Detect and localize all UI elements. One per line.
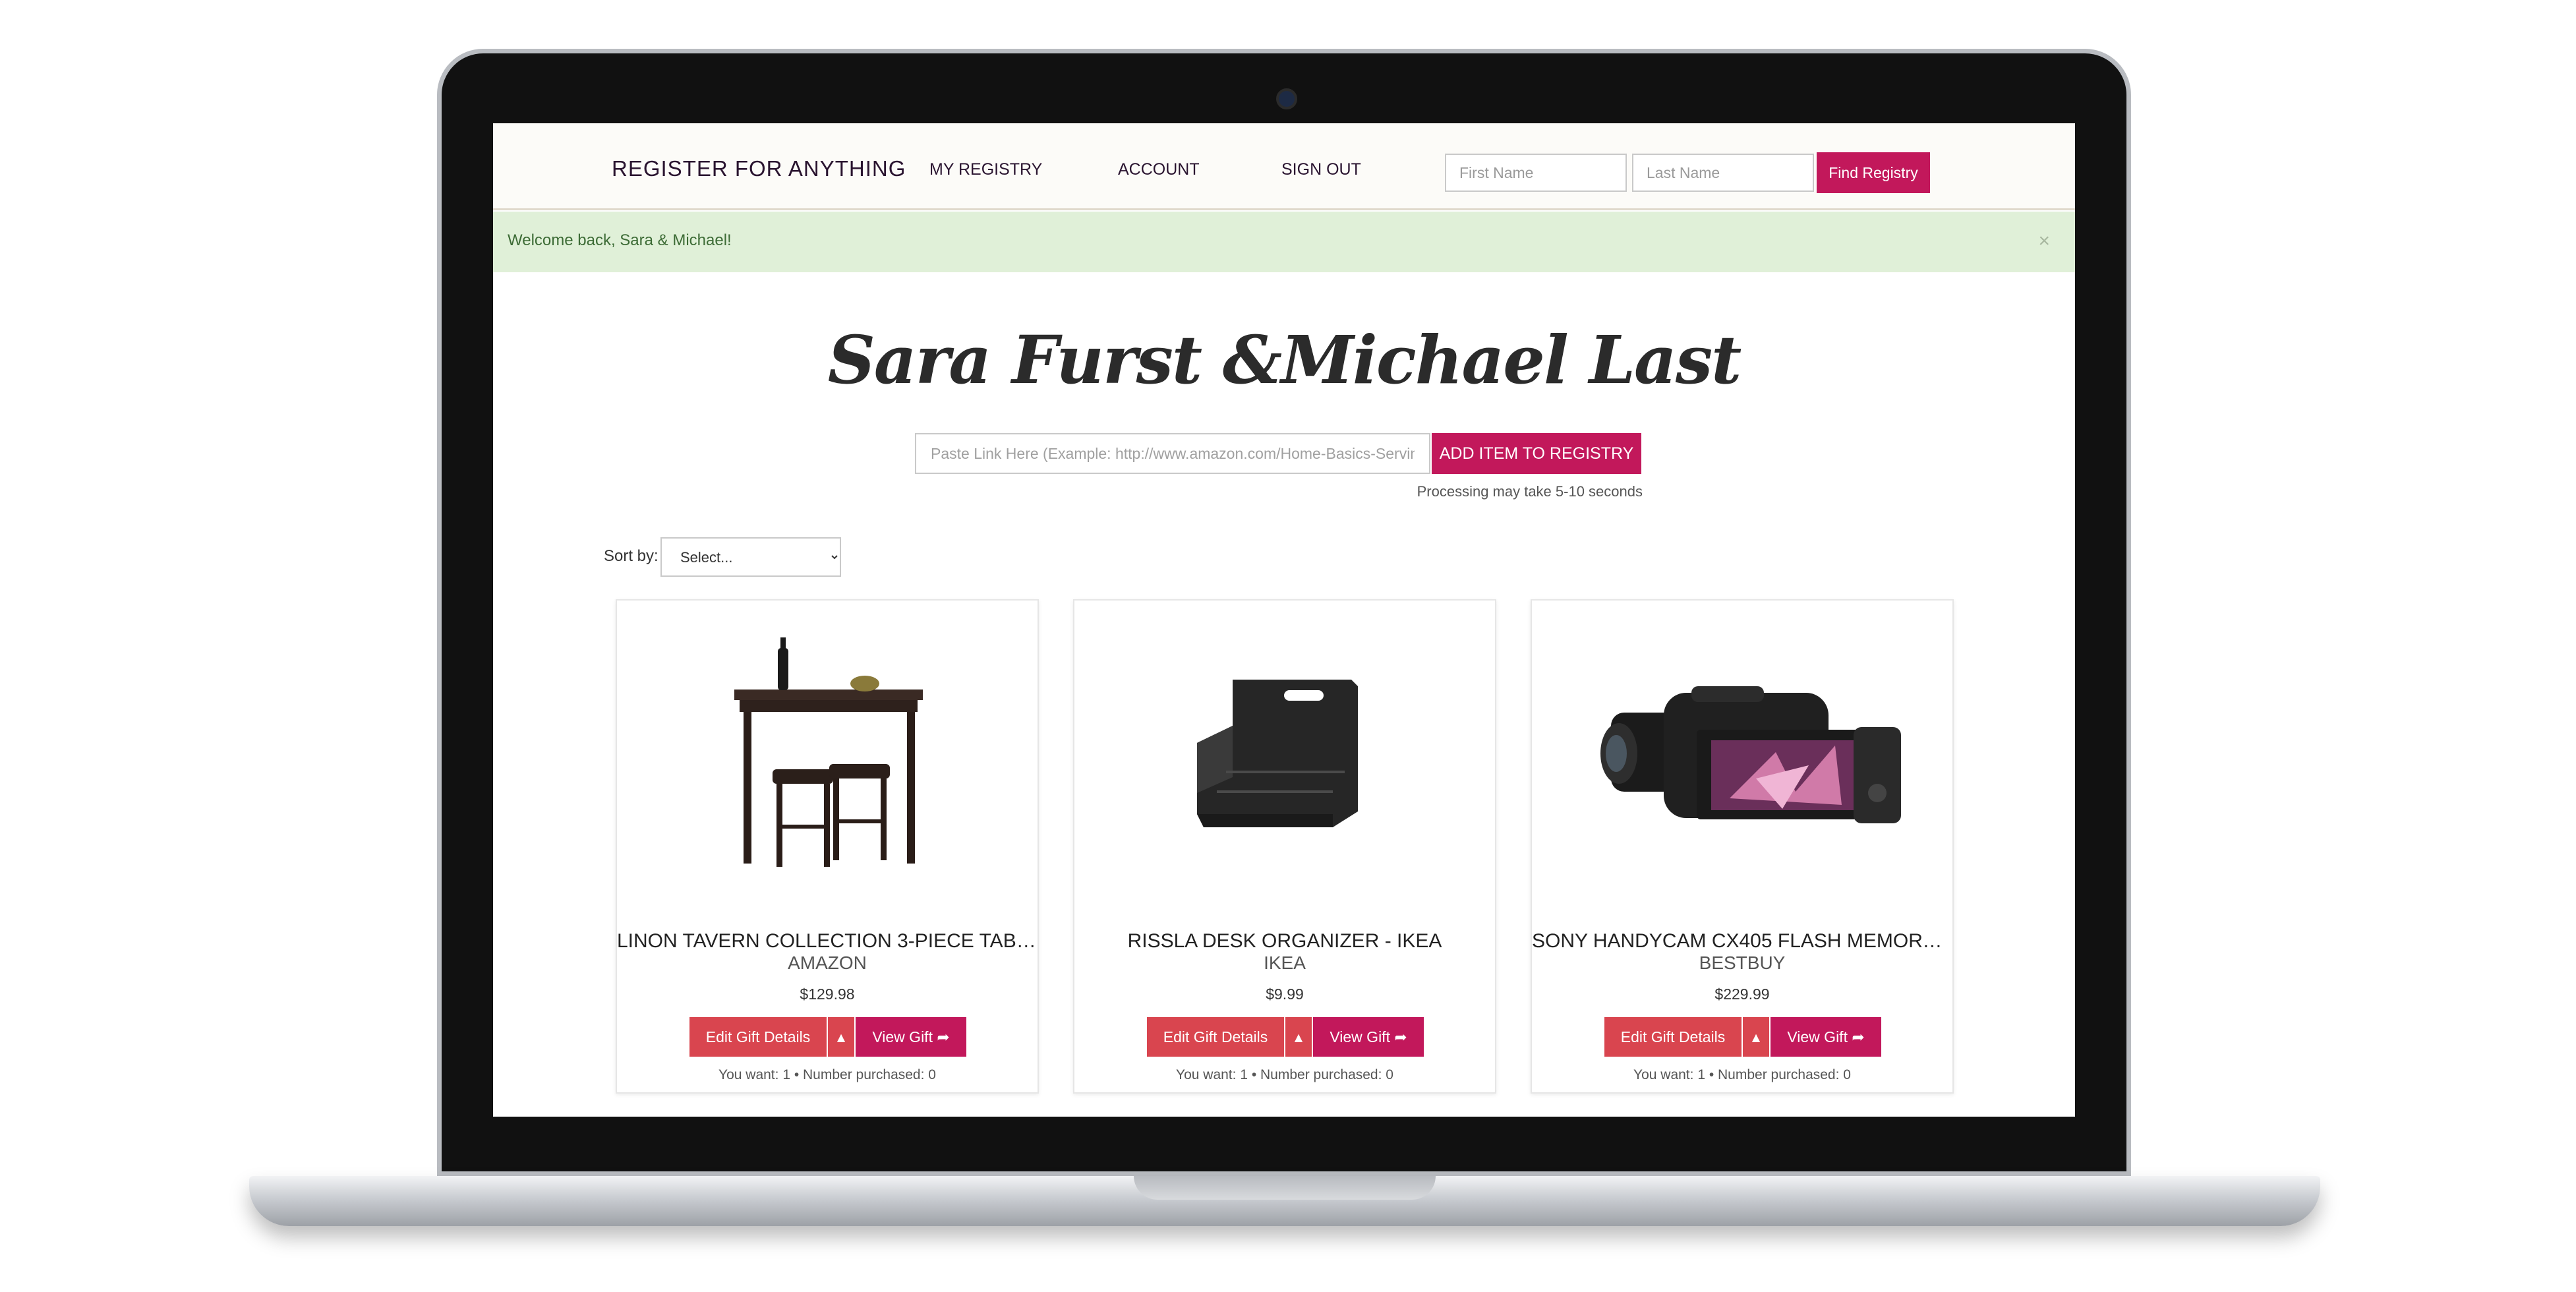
gift-quantity-info: You want: 1 • Number purchased: 0 [718,1067,936,1082]
caret-up-icon[interactable]: ▲ [828,1017,854,1057]
gift-card: SONY HANDYCAM CX405 FLASH MEMORY C... BE… [1531,599,1954,1094]
laptop-screen: REGISTER FOR ANYTHING MY REGISTRY ACCOUN… [493,123,2075,1117]
edit-gift-details-button[interactable]: Edit Gift Details [1604,1017,1742,1057]
gift-card: LINON TAVERN COLLECTION 3-PIECE TABLE...… [616,599,1039,1094]
caret-up-icon[interactable]: ▲ [1743,1017,1769,1057]
brand-link[interactable]: REGISTER FOR ANYTHING [612,156,906,181]
nav-sign-out[interactable]: SIGN OUT [1281,160,1361,179]
gift-title[interactable]: RISSLA DESK ORGANIZER - IKEA [1074,930,1495,953]
caret-up-icon[interactable]: ▲ [1285,1017,1312,1057]
webcam-icon [1276,88,1297,109]
gift-price: $229.99 [1714,985,1770,1003]
close-icon[interactable]: × [2038,230,2050,252]
view-gift-button[interactable]: View Gift ➦ [856,1017,966,1057]
view-gift-button[interactable]: View Gift ➦ [1313,1017,1424,1057]
laptop-notch [1134,1176,1436,1200]
camcorder-image[interactable] [1532,614,1952,891]
top-navbar: REGISTER FOR ANYTHING MY REGISTRY ACCOUN… [493,123,2075,210]
sort-select[interactable]: Select... [660,537,841,577]
gift-quantity-info: You want: 1 • Number purchased: 0 [1176,1067,1393,1082]
gift-title[interactable]: LINON TAVERN COLLECTION 3-PIECE TABLE... [617,930,1038,953]
desk-organizer-image[interactable] [1074,614,1495,891]
welcome-alert: Welcome back, Sara & Michael! × [493,212,2075,272]
last-name-field[interactable] [1632,154,1814,192]
bar-table-set-image[interactable] [617,614,1038,891]
add-item-button[interactable]: ADD ITEM TO REGISTRY [1432,433,1641,474]
gift-quantity-info: You want: 1 • Number purchased: 0 [1633,1067,1851,1082]
processing-note: Processing may take 5-10 seconds [1417,483,1643,500]
alert-message: Welcome back, Sara & Michael! [508,231,732,249]
gift-store: BESTBUY [1699,953,1786,973]
view-gift-button[interactable]: View Gift ➦ [1771,1017,1881,1057]
edit-gift-details-button[interactable]: Edit Gift Details [1147,1017,1284,1057]
nav-my-registry[interactable]: MY REGISTRY [929,160,1042,179]
gift-store: IKEA [1264,953,1306,973]
gift-card: RISSLA DESK ORGANIZER - IKEA IKEA $9.99 … [1073,599,1496,1094]
paste-link-input[interactable] [915,433,1430,474]
gift-price: $9.99 [1266,985,1304,1003]
page-title: Sara Furst &Michael Last [827,321,1742,399]
sort-label: Sort by: [604,547,659,565]
first-name-field[interactable] [1445,154,1627,192]
find-registry-button[interactable]: Find Registry [1817,152,1930,193]
gift-price: $129.98 [800,985,855,1003]
gift-title[interactable]: SONY HANDYCAM CX405 FLASH MEMORY C... [1532,930,1952,953]
gift-store: AMAZON [788,953,867,973]
edit-gift-details-button[interactable]: Edit Gift Details [689,1017,827,1057]
nav-account[interactable]: ACCOUNT [1118,160,1200,179]
